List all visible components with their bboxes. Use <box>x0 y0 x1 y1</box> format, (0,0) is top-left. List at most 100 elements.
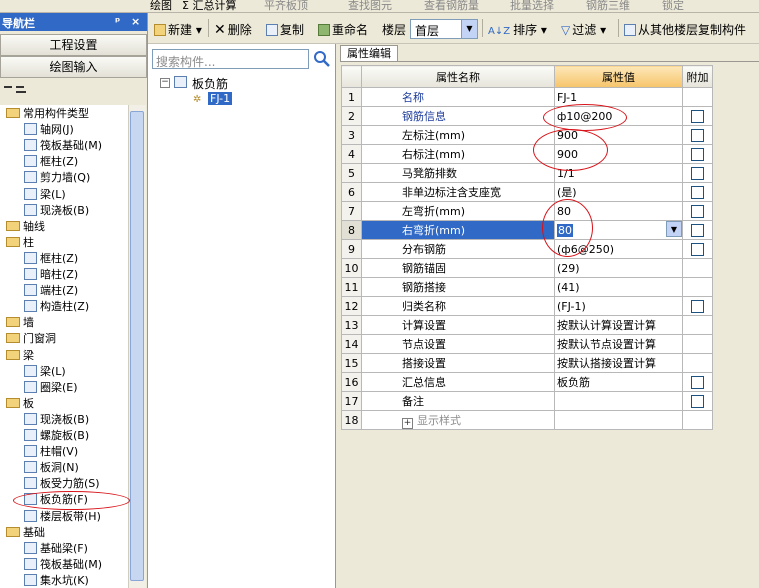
extra-checkbox[interactable] <box>691 147 704 161</box>
tree-scrollbar[interactable] <box>128 105 146 588</box>
pin-icon[interactable]: ᵖ <box>115 15 120 28</box>
property-name[interactable]: 备注 <box>361 391 555 411</box>
property-name[interactable]: 名称 <box>361 87 555 107</box>
property-name[interactable]: 钢筋搭接 <box>361 277 555 297</box>
property-name[interactable]: 右标注(mm) <box>361 144 555 164</box>
search-icon[interactable] <box>312 49 332 69</box>
tree-item[interactable]: 圈梁(E) <box>24 380 78 396</box>
property-row[interactable]: 12 归类名称 (FJ-1) <box>341 296 713 316</box>
property-row[interactable]: 15 搭接设置 按默认搭接设置计算 <box>341 353 713 373</box>
tab-property-edit[interactable]: 属性编辑 <box>340 45 398 62</box>
property-row[interactable]: 10 钢筋锚固 (29) <box>341 258 713 278</box>
property-row[interactable]: 2 钢筋信息 ф10@200 <box>341 106 713 126</box>
extra-checkbox[interactable] <box>691 394 704 408</box>
top-item-3d[interactable]: 钢筋三维 <box>586 0 630 12</box>
property-row[interactable]: 17 备注 <box>341 391 713 411</box>
tree-folder[interactable]: 常用构件类型 <box>6 106 89 122</box>
extra-checkbox[interactable] <box>691 375 704 389</box>
project-settings-button[interactable]: 工程设置 <box>0 34 147 56</box>
new-button[interactable]: 新建 ▾ <box>154 21 202 38</box>
collapse-icon[interactable] <box>4 86 12 88</box>
tree-folder[interactable]: 板 <box>6 396 34 412</box>
tree-folder[interactable]: 梁 <box>6 348 34 364</box>
property-name[interactable]: 节点设置 <box>361 334 555 354</box>
extra-checkbox[interactable] <box>691 109 704 123</box>
top-item-summary[interactable]: Σ 汇总计算 <box>182 0 236 12</box>
property-name[interactable]: 钢筋锚固 <box>361 258 555 278</box>
extra-checkbox[interactable] <box>691 128 704 142</box>
property-row[interactable]: 16 汇总信息 板负筋 <box>341 372 713 392</box>
property-value[interactable]: (FJ-1) <box>554 296 683 316</box>
extra-checkbox[interactable] <box>691 242 704 256</box>
tree-item[interactable]: 板受力筋(S) <box>24 476 100 492</box>
property-name[interactable]: 搭接设置 <box>361 353 555 373</box>
tree-folder[interactable]: 轴线 <box>6 219 45 235</box>
tree-item[interactable]: 端柱(Z) <box>24 283 78 299</box>
expand-icon[interactable] <box>16 86 24 88</box>
tree-item[interactable]: 柱帽(V) <box>24 444 78 460</box>
expand-icon[interactable]: + <box>402 417 413 429</box>
floor-select[interactable]: 首层 ▼ <box>410 19 478 39</box>
property-value[interactable] <box>554 410 683 430</box>
property-name[interactable]: + 显示样式 <box>361 410 555 430</box>
top-item-draw[interactable]: 绘图 <box>150 0 172 12</box>
property-name[interactable]: 右弯折(mm) <box>361 220 555 240</box>
property-row[interactable]: 13 计算设置 按默认计算设置计算 <box>341 315 713 335</box>
property-value[interactable]: 板负筋 <box>554 372 683 392</box>
property-row[interactable]: 4 右标注(mm) 900 <box>341 144 713 164</box>
tree-item[interactable]: 暗柱(Z) <box>24 267 78 283</box>
tree-item[interactable]: 板洞(N) <box>24 460 79 476</box>
tree-item[interactable]: 轴网(J) <box>24 122 74 138</box>
property-value[interactable]: 按默认计算设置计算 <box>554 315 683 335</box>
property-name[interactable]: 非单边标注含支座宽 <box>361 182 555 202</box>
property-name[interactable]: 钢筋信息 <box>361 106 555 126</box>
extra-checkbox[interactable] <box>691 299 704 313</box>
property-value[interactable]: 按默认搭接设置计算 <box>554 353 683 373</box>
search-input[interactable]: 搜索构件... <box>152 49 309 69</box>
chevron-down-icon[interactable]: ▼ <box>461 20 477 38</box>
property-row[interactable]: 18 + 显示样式 <box>341 410 713 430</box>
tree-item[interactable]: 螺旋板(B) <box>24 428 89 444</box>
delete-button[interactable]: ✕ 删除 <box>214 21 252 38</box>
extra-checkbox[interactable] <box>691 166 704 180</box>
tree-item[interactable]: 基础梁(F) <box>24 541 88 557</box>
drawing-input-button[interactable]: 绘图输入 <box>0 56 147 78</box>
property-row[interactable]: 6 非单边标注含支座宽 (是) <box>341 182 713 202</box>
tree-folder[interactable]: 门窗洞 <box>6 331 56 347</box>
property-name[interactable]: 左标注(mm) <box>361 125 555 145</box>
top-item-lock[interactable]: 锁定 <box>662 0 684 12</box>
property-value[interactable]: 按默认节点设置计算 <box>554 334 683 354</box>
sort-button[interactable]: A↓Z 排序 ▾ <box>488 21 547 38</box>
property-name[interactable]: 马凳筋排数 <box>361 163 555 183</box>
tree-folder[interactable]: 柱 <box>6 235 34 251</box>
tree-item[interactable]: 筏板基础(M) <box>24 557 102 573</box>
property-value[interactable] <box>554 391 683 411</box>
copy-button[interactable]: 复制 <box>266 21 304 38</box>
rename-button[interactable]: 重命名 <box>318 21 368 38</box>
property-row[interactable]: 7 左弯折(mm) 80 <box>341 201 713 221</box>
filter-button[interactable]: ▽ 过滤 ▾ <box>561 21 606 38</box>
property-row[interactable]: 14 节点设置 按默认节点设置计算 <box>341 334 713 354</box>
tree-item[interactable]: 楼层板带(H) <box>24 509 101 525</box>
tree-child-fj1[interactable]: FJ-1 <box>208 92 233 105</box>
tree-item[interactable]: 筏板基础(M) <box>24 138 102 154</box>
top-item-find[interactable]: 查找图元 <box>348 0 392 12</box>
property-row[interactable]: 1 名称 FJ-1 <box>341 87 713 107</box>
property-name[interactable]: 汇总信息 <box>361 372 555 392</box>
tree-folder[interactable]: 墙 <box>6 315 34 331</box>
property-row[interactable]: 3 左标注(mm) 900 <box>341 125 713 145</box>
tree-item[interactable]: 构造柱(Z) <box>24 299 89 315</box>
tree-item[interactable]: 梁(L) <box>24 364 66 380</box>
scrollbar-thumb[interactable] <box>130 111 144 581</box>
property-value[interactable]: (是) <box>554 182 683 202</box>
property-row[interactable]: 9 分布钢筋 (ф6@250) <box>341 239 713 259</box>
property-row[interactable]: 8 右弯折(mm) 80 ▼ <box>341 220 713 240</box>
tree-collapse-toggle[interactable]: − <box>160 78 170 88</box>
top-item-rebar-qty[interactable]: 查看钢筋量 <box>424 0 479 12</box>
tree-item[interactable]: 现浇板(B) <box>24 203 89 219</box>
property-name[interactable]: 分布钢筋 <box>361 239 555 259</box>
tree-item[interactable]: 框柱(Z) <box>24 154 78 170</box>
property-row[interactable]: 11 钢筋搭接 (41) <box>341 277 713 297</box>
property-name[interactable]: 计算设置 <box>361 315 555 335</box>
copy-from-floor-button[interactable]: 从其他楼层复制构件 <box>624 21 746 38</box>
